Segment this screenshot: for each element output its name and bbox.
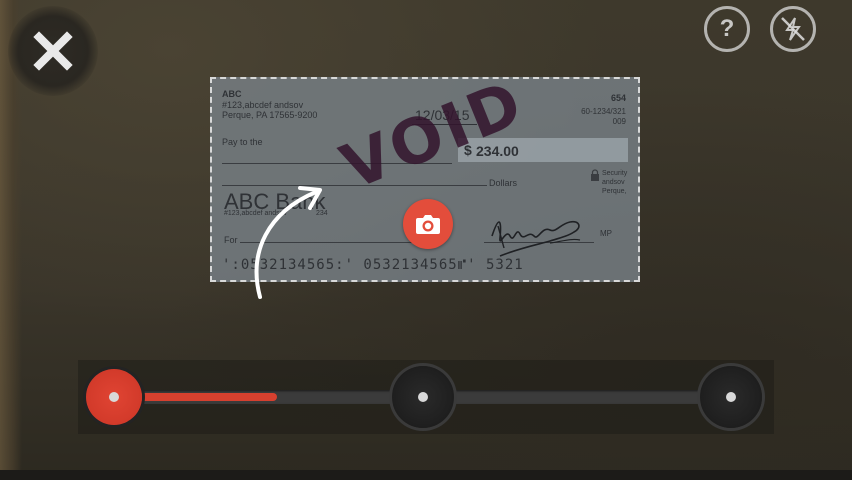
camera-icon bbox=[416, 215, 440, 234]
slider-stop-2[interactable] bbox=[392, 366, 454, 428]
slider-stop-3[interactable] bbox=[700, 366, 762, 428]
payer-address-line2: Perque, PA 17565-9200 bbox=[222, 110, 318, 120]
capture-button[interactable] bbox=[403, 199, 453, 249]
help-button[interactable]: ? bbox=[704, 6, 750, 52]
bottom-bar bbox=[0, 470, 852, 480]
routing-extra: 009 bbox=[612, 117, 626, 126]
payer-name: ABC bbox=[222, 89, 242, 99]
help-icon: ? bbox=[719, 15, 735, 42]
signature-icon bbox=[491, 220, 581, 257]
routing-fraction: 60-1234/321 bbox=[581, 107, 626, 116]
pay-to-label: Pay to the bbox=[222, 137, 263, 147]
dollars-label: Dollars bbox=[489, 178, 518, 188]
slider-stop-1[interactable] bbox=[86, 369, 142, 425]
slider-stop-dot bbox=[726, 392, 736, 402]
memo-label: For bbox=[224, 235, 238, 245]
close-icon bbox=[33, 31, 73, 71]
check-number: 654 bbox=[610, 93, 626, 103]
slider-stop-dot bbox=[109, 392, 119, 402]
close-button[interactable] bbox=[8, 6, 98, 96]
lock-icon bbox=[591, 169, 599, 181]
payer-address-line1: #123,abcdef andsov bbox=[222, 100, 304, 110]
flash-off-icon bbox=[781, 17, 805, 41]
mode-slider[interactable] bbox=[78, 360, 774, 434]
mp-label: MP bbox=[600, 229, 612, 238]
security-text: Security andsov Perque, bbox=[602, 170, 628, 195]
flash-toggle-button[interactable] bbox=[770, 6, 816, 52]
curved-arrow-icon bbox=[254, 186, 322, 299]
slider-stop-dot bbox=[418, 392, 428, 402]
